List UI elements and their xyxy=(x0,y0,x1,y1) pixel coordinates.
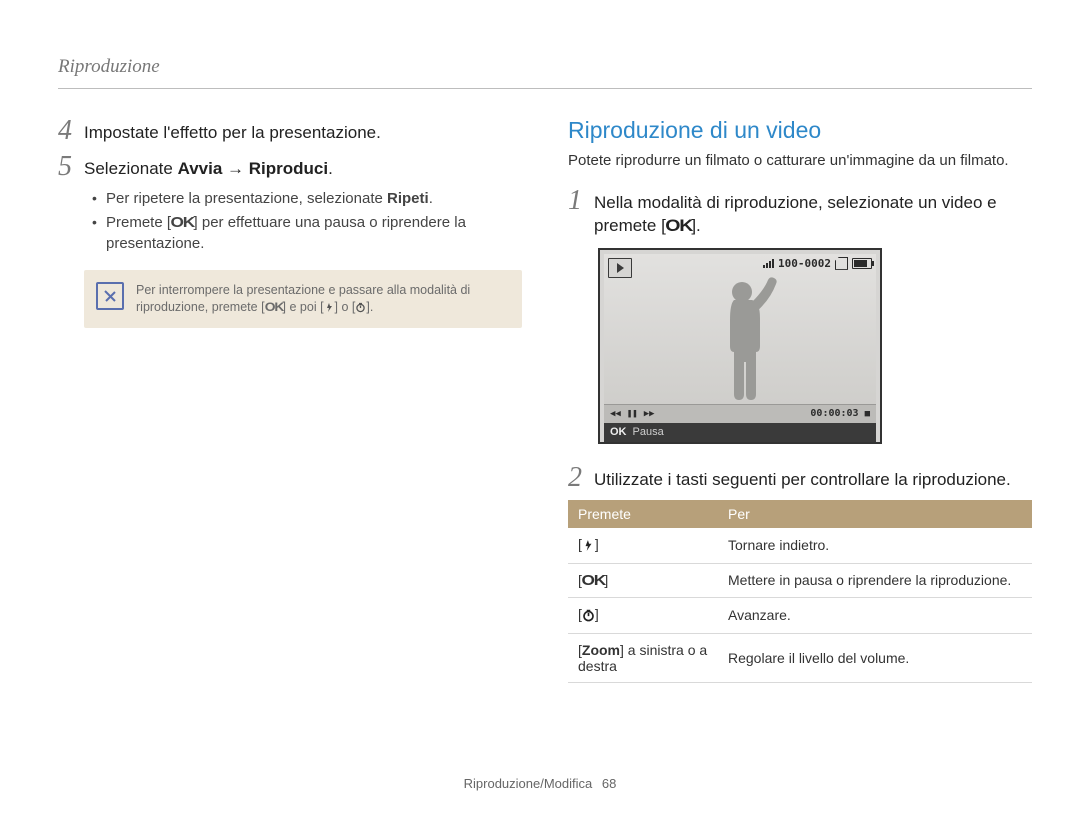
stop-icon: ■ xyxy=(865,409,870,419)
action-cell: Mettere in pausa o riprendere la riprodu… xyxy=(718,563,1032,597)
battery-icon xyxy=(852,258,872,269)
table-row: [Zoom] a sinistra o a destra Regolare il… xyxy=(568,633,1032,682)
file-counter: 100-0002 xyxy=(778,257,831,270)
page-number: 68 xyxy=(602,776,616,791)
ok-icon: OK xyxy=(610,426,627,438)
table-header: Premete xyxy=(568,500,718,528)
bullet-item: Premete [OK] per effettuare una pausa o … xyxy=(92,213,522,254)
action-cell: Tornare indietro. xyxy=(718,528,1032,564)
header-rule xyxy=(58,88,1032,89)
step-2: 2 Utilizzate i tasti seguenti per contro… xyxy=(568,464,1032,492)
text: ]. xyxy=(366,300,373,314)
step-number: 1 xyxy=(568,187,594,215)
lcd-screenshot: 100-0002 xyxy=(598,248,882,444)
text: . xyxy=(429,190,433,207)
text-bold: Ripeti xyxy=(387,190,429,207)
table-row: [OK] Mettere in pausa o riprendere la ri… xyxy=(568,563,1032,597)
section-title: Riproduzione di un video xyxy=(568,117,1032,144)
ok-icon: OK xyxy=(664,215,693,238)
rewind-icon: ◀◀ xyxy=(610,409,621,419)
video-thumbnail-icon xyxy=(704,274,784,404)
flash-icon xyxy=(582,539,595,555)
section-intro: Potete riprodurre un filmato o catturare… xyxy=(568,152,1032,169)
step-5: 5 Selezionate Avvia → Riproduci. xyxy=(58,153,522,181)
step-text: Impostate l'effetto per la presentazione… xyxy=(84,117,381,145)
note-box: Per interrompere la presentazione e pass… xyxy=(84,270,522,328)
action-cell: Regolare il livello del volume. xyxy=(718,633,1032,682)
sdcard-icon xyxy=(835,257,848,270)
text-bold: Avvia xyxy=(178,159,223,178)
step-5-bullets: Per ripetere la presentazione, seleziona… xyxy=(92,189,522,254)
controls-table: Premete Per [] Tornare indietro. [OK] Me… xyxy=(568,500,1032,683)
forward-icon: ▶▶ xyxy=(644,409,655,419)
timer-icon xyxy=(582,609,595,625)
text: → xyxy=(222,159,248,178)
key-cell: [OK] xyxy=(568,563,718,597)
lcd-hint-bar: OK Pausa xyxy=(604,423,876,442)
timer-icon xyxy=(355,302,366,313)
table-row: [] Tornare indietro. xyxy=(568,528,1032,564)
pause-icon: ❚❚ xyxy=(627,409,638,419)
left-column: 4 Impostate l'effetto per la presentazio… xyxy=(58,117,522,683)
note-icon xyxy=(96,282,124,310)
flash-icon xyxy=(324,302,335,313)
step-number: 2 xyxy=(568,464,594,492)
key-cell: [] xyxy=(568,597,718,633)
step-text: Selezionate Avvia → Riproduci. xyxy=(84,153,333,181)
text-bold: Riproduci xyxy=(249,159,328,178)
right-column: Riproduzione di un video Potete riprodur… xyxy=(568,117,1032,683)
key-cell: [] xyxy=(568,528,718,564)
lcd-control-bar: ◀◀ ❚❚ ▶▶ 00:00:03 ■ xyxy=(604,404,876,423)
bullet-item: Per ripetere la presentazione, seleziona… xyxy=(92,189,522,209)
ok-icon: OK xyxy=(580,572,606,589)
step-4: 4 Impostate l'effetto per la presentazio… xyxy=(58,117,522,145)
text: Selezionate xyxy=(84,159,178,178)
text-bold: Zoom xyxy=(582,642,620,658)
volume-icon xyxy=(763,259,774,268)
table-header: Per xyxy=(718,500,1032,528)
footer-section: Riproduzione/Modifica xyxy=(464,776,593,791)
text: Premete [ xyxy=(106,214,171,231)
elapsed-time: 00:00:03 xyxy=(810,408,858,419)
page-footer: Riproduzione/Modifica 68 xyxy=(0,776,1080,791)
ok-icon: OK xyxy=(263,299,284,315)
step-1: 1 Nella modalità di riproduzione, selezi… xyxy=(568,187,1032,238)
lcd-status-bar: 100-0002 xyxy=(763,257,872,270)
chapter-title: Riproduzione xyxy=(58,56,1032,78)
ok-icon: OK xyxy=(169,213,195,233)
key-cell: [Zoom] a sinistra o a destra xyxy=(568,633,718,682)
hint-text: Pausa xyxy=(633,426,664,438)
text: ] o [ xyxy=(335,300,356,314)
table-row: [] Avanzare. xyxy=(568,597,1032,633)
step-number: 4 xyxy=(58,117,84,145)
playback-mode-icon xyxy=(608,258,632,278)
step-text: Utilizzate i tasti seguenti per controll… xyxy=(594,464,1011,492)
note-text: Per interrompere la presentazione e pass… xyxy=(136,282,508,316)
text: ] e poi [ xyxy=(283,300,324,314)
text: Nella modalità di riproduzione, selezion… xyxy=(594,193,997,235)
step-text: Nella modalità di riproduzione, selezion… xyxy=(594,187,1032,238)
text: Per ripetere la presentazione, seleziona… xyxy=(106,190,387,207)
step-number: 5 xyxy=(58,153,84,181)
action-cell: Avanzare. xyxy=(718,597,1032,633)
text: . xyxy=(328,159,333,178)
